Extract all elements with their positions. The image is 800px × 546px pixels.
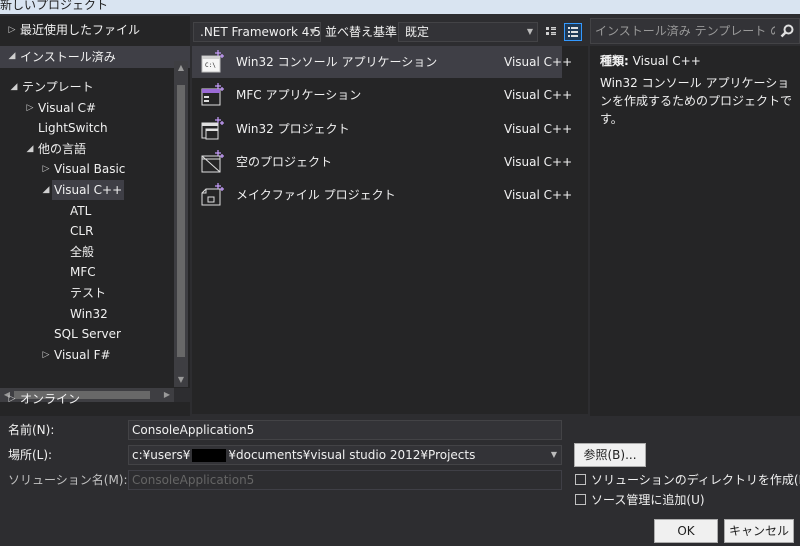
tree-item-label: LightSwitch bbox=[38, 121, 108, 136]
name-input[interactable]: ConsoleApplication5 bbox=[128, 420, 562, 440]
tree-item[interactable]: ▷ Visual Basic bbox=[40, 159, 127, 179]
tree-item-label: MFC bbox=[70, 265, 96, 280]
sort-label: 並べ替え基準: bbox=[325, 25, 402, 39]
win32-project-icon bbox=[200, 116, 224, 141]
template-type: 種類: Visual C++ bbox=[600, 54, 701, 68]
checkbox-box[interactable] bbox=[575, 474, 586, 485]
checkbox-box[interactable] bbox=[575, 494, 586, 505]
empty-project-icon bbox=[200, 149, 224, 174]
chevron-down-icon: ▼ bbox=[526, 27, 533, 36]
tree-item-label: Visual C# bbox=[38, 100, 97, 115]
expanded-arrow-icon[interactable]: ◢ bbox=[24, 139, 36, 159]
location-label: 場所(L): bbox=[8, 448, 53, 462]
browse-button[interactable]: 参照(B)... bbox=[574, 443, 646, 467]
svg-text:C:\: C:\ bbox=[205, 62, 216, 69]
template-language: Visual C++ bbox=[504, 154, 573, 169]
collapsed-arrow-icon[interactable]: ▷ bbox=[24, 98, 36, 118]
tree-item-label: SQL Server bbox=[54, 327, 121, 342]
template-info-pane: 種類: Visual C++ Win32 コンソール アプリケーションを作成する… bbox=[590, 46, 800, 416]
list-view-icon bbox=[568, 27, 578, 37]
tree-item[interactable]: SQL Server bbox=[40, 324, 123, 344]
template-language: Visual C++ bbox=[504, 55, 573, 69]
template-tree: ◢ テンプレート ▷ Visual C# LightSwitch ◢ 他の言語 ▷ Visual… bbox=[0, 16, 190, 388]
expanded-arrow-icon[interactable]: ◢ bbox=[40, 180, 52, 200]
template-search-box[interactable]: インストール済み テンプレート の検索 bbox=[590, 18, 800, 44]
tree-item[interactable]: テスト bbox=[56, 283, 108, 303]
template-row[interactable]: メイクファイル プロジェクト Visual C++ bbox=[192, 179, 572, 211]
tree-item[interactable]: 全般 bbox=[56, 242, 96, 262]
template-language: Visual C++ bbox=[504, 188, 573, 203]
redacted-username bbox=[192, 449, 227, 462]
name-label: 名前(N): bbox=[8, 423, 55, 437]
mfc-app-icon bbox=[200, 83, 224, 107]
template-language: Visual C++ bbox=[504, 121, 573, 136]
tree-item-label: ATL bbox=[70, 203, 92, 218]
template-row[interactable]: C:\ Win32 コンソール アプリケーション Visual C++ bbox=[192, 46, 572, 78]
small-icons-view-button[interactable] bbox=[542, 23, 560, 41]
tree-item-label: 全般 bbox=[70, 244, 95, 259]
title-bar: 新しいプロジェクト bbox=[0, 0, 800, 14]
search-input[interactable]: インストール済み テンプレート の検索 bbox=[595, 19, 775, 43]
tree-item[interactable]: ◢ Visual C++ bbox=[40, 180, 125, 200]
grid-view-icon bbox=[546, 27, 556, 35]
scroll-right-icon[interactable]: ▶ bbox=[160, 388, 174, 402]
template-name: MFC アプリケーション bbox=[236, 88, 362, 103]
source-control-checkbox[interactable]: ソース管理に追加(U) bbox=[575, 491, 705, 509]
template-name: Win32 プロジェクト bbox=[236, 121, 350, 136]
tree-item-label: テスト bbox=[70, 286, 107, 300]
template-tree-pane: ▷ 最近使用したファイル ◢ インストール済み ◢ テンプレート ▷ Visual C# L… bbox=[0, 16, 190, 416]
tree-item-label: Visual F# bbox=[54, 347, 111, 362]
location-input[interactable]: c:¥users¥ ¥documents¥visual studio 2012¥P… bbox=[128, 445, 562, 465]
tree-item[interactable]: ▷ Visual C# bbox=[24, 98, 98, 118]
cancel-button[interactable]: キャンセル bbox=[724, 519, 794, 543]
console-app-icon: C:\ bbox=[200, 50, 224, 74]
tree-item-label: Visual C++ bbox=[52, 180, 125, 200]
solution-name-input[interactable]: ConsoleApplication5 bbox=[128, 470, 562, 490]
tree-item[interactable]: MFC bbox=[56, 262, 98, 282]
scroll-thumb[interactable] bbox=[177, 85, 185, 357]
tree-item-label: CLR bbox=[70, 224, 94, 239]
expanded-arrow-icon[interactable]: ◢ bbox=[8, 77, 20, 97]
search-icon[interactable] bbox=[779, 23, 795, 39]
scroll-down-icon[interactable]: ▼ bbox=[174, 374, 188, 386]
template-toolbar: .NET Framework 4.5 ▼ 並べ替え基準: 既定 ▼ bbox=[190, 16, 590, 46]
scroll-up-icon[interactable]: ▲ bbox=[174, 62, 188, 74]
section-online[interactable]: ▷ オンライン bbox=[6, 389, 82, 409]
template-row[interactable]: 空のプロジェクト Visual C++ bbox=[192, 146, 572, 178]
tree-vertical-scrollbar[interactable]: ▲ ▼ bbox=[174, 61, 188, 387]
template-name: メイクファイル プロジェクト bbox=[236, 188, 396, 203]
tree-item[interactable]: ▷ Visual F# bbox=[40, 345, 113, 365]
template-list: C:\ Win32 コンソール アプリケーション Visual C++ MFC アプリ… bbox=[192, 46, 588, 414]
template-description: Win32 コンソール アプリケーションを作成するためのプロジェクトです。 bbox=[600, 76, 793, 126]
solution-name-label: ソリューション名(M): bbox=[8, 473, 128, 487]
chevron-down-icon[interactable]: ▼ bbox=[551, 446, 557, 464]
tree-item[interactable]: Win32 bbox=[56, 304, 110, 324]
template-language: Visual C++ bbox=[504, 88, 573, 103]
list-view-button[interactable] bbox=[564, 23, 582, 41]
template-row[interactable]: MFC アプリケーション Visual C++ bbox=[192, 79, 572, 111]
collapsed-arrow-icon[interactable]: ▷ bbox=[40, 345, 52, 365]
tree-item[interactable]: ◢ テンプレート bbox=[8, 77, 96, 97]
chevron-down-icon: ▼ bbox=[309, 27, 316, 36]
tree-item[interactable]: ◢ 他の言語 bbox=[24, 139, 88, 159]
tree-item-label: Win32 bbox=[70, 306, 108, 321]
template-name: Win32 コンソール アプリケーション bbox=[236, 55, 438, 69]
tree-item[interactable]: LightSwitch bbox=[24, 118, 110, 138]
tree-item-label: テンプレート bbox=[22, 80, 94, 94]
window-title: 新しいプロジェクト bbox=[0, 0, 109, 12]
ok-button[interactable]: OK bbox=[654, 519, 718, 543]
collapsed-arrow-icon: ▷ bbox=[8, 394, 16, 404]
tree-item-label: Visual Basic bbox=[54, 162, 126, 177]
scroll-corner bbox=[174, 388, 190, 402]
tree-item[interactable]: CLR bbox=[56, 221, 95, 241]
tree-item[interactable]: ATL bbox=[56, 201, 93, 221]
sort-dropdown[interactable]: 既定 ▼ bbox=[398, 22, 538, 42]
tree-item-label: 他の言語 bbox=[38, 141, 87, 156]
template-row[interactable]: Win32 プロジェクト Visual C++ bbox=[192, 113, 572, 145]
collapsed-arrow-icon[interactable]: ▷ bbox=[40, 159, 52, 179]
makefile-project-icon bbox=[200, 183, 224, 207]
framework-dropdown[interactable]: .NET Framework 4.5 ▼ bbox=[193, 22, 321, 42]
template-name: 空のプロジェクト bbox=[236, 154, 333, 169]
create-directory-checkbox[interactable]: ソリューションのディレクトリを作成(D) bbox=[575, 471, 800, 489]
